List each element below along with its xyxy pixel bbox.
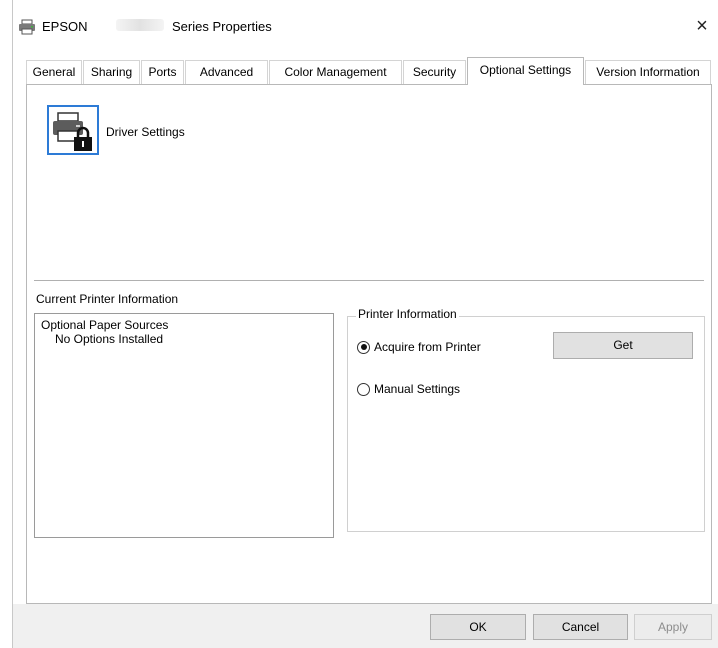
printer-lock-icon xyxy=(53,112,92,151)
tab-color-management[interactable]: Color Management xyxy=(269,60,402,84)
close-button[interactable]: × xyxy=(690,14,714,38)
divider xyxy=(34,280,704,281)
driver-settings-label: Driver Settings xyxy=(106,125,185,139)
cancel-button[interactable]: Cancel xyxy=(533,614,628,640)
list-item: Optional Paper Sources xyxy=(41,318,169,332)
printer-information-group-title: Printer Information xyxy=(356,307,459,321)
tab-optional-settings[interactable]: Optional Settings xyxy=(467,57,584,85)
driver-settings-button[interactable] xyxy=(47,105,99,155)
model-name-redacted xyxy=(116,19,164,31)
window-title: Series Properties xyxy=(172,19,272,34)
acquire-from-printer-radio[interactable]: Acquire from Printer xyxy=(357,340,481,354)
acquire-from-printer-label: Acquire from Printer xyxy=(374,340,481,354)
tab-strip: General Sharing Ports Advanced Color Man… xyxy=(26,57,712,85)
properties-window: EPSON Series Properties × General Sharin… xyxy=(0,0,718,648)
ok-button[interactable]: OK xyxy=(430,614,526,640)
tab-ports[interactable]: Ports xyxy=(141,60,184,84)
tab-sharing[interactable]: Sharing xyxy=(83,60,140,84)
window-title-brand: EPSON xyxy=(42,19,88,34)
printer-info-listbox[interactable]: Optional Paper Sources No Options Instal… xyxy=(34,313,334,538)
tab-general[interactable]: General xyxy=(26,60,82,84)
manual-settings-radio[interactable]: Manual Settings xyxy=(357,382,460,396)
apply-button[interactable]: Apply xyxy=(634,614,712,640)
manual-settings-label: Manual Settings xyxy=(374,382,461,396)
current-printer-info-heading: Current Printer Information xyxy=(36,292,179,306)
radio-unselected-icon xyxy=(357,382,370,396)
radio-selected-icon xyxy=(357,340,370,354)
tab-version-information[interactable]: Version Information xyxy=(585,60,711,84)
printer-icon xyxy=(19,19,35,35)
tab-security[interactable]: Security xyxy=(403,60,466,84)
list-item: No Options Installed xyxy=(55,332,164,346)
get-button[interactable]: Get xyxy=(553,332,693,359)
tab-advanced[interactable]: Advanced xyxy=(185,60,268,84)
